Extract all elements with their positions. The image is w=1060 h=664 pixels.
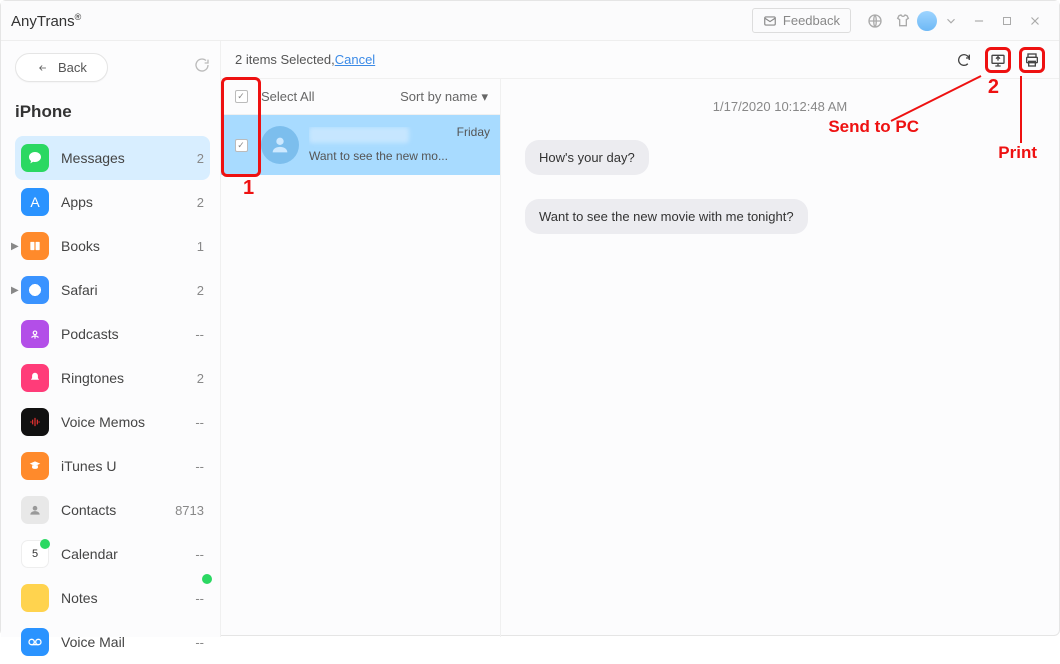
sidebar-item-count: -- (195, 547, 204, 562)
maximize-icon[interactable] (997, 11, 1017, 31)
contacts-icon (21, 496, 49, 524)
message-bubble: Want to see the new movie with me tonigh… (525, 199, 808, 234)
voicememos-icon (21, 408, 49, 436)
globe-icon[interactable] (865, 11, 885, 31)
sidebar-item-contacts[interactable]: Contacts 8713 (15, 488, 210, 532)
sidebar-item-count: 2 (197, 283, 204, 298)
sidebar-item-count: -- (195, 415, 204, 430)
tshirt-icon[interactable] (893, 11, 913, 31)
chevron-down-icon[interactable] (941, 11, 961, 31)
sidebar-item-count: 2 (197, 195, 204, 210)
sidebar-item-label: Safari (61, 282, 98, 298)
sidebar-item-voicemail[interactable]: Voice Mail -- (15, 620, 210, 664)
sidebar-item-label: Voice Memos (61, 414, 145, 430)
apps-icon: A (21, 188, 49, 216)
message-pane: 1/17/2020 10:12:48 AM How's your day? Wa… (501, 79, 1059, 637)
ringtones-icon (21, 364, 49, 392)
sidebar-item-podcasts[interactable]: Podcasts -- (15, 312, 210, 356)
sidebar-item-count: -- (195, 635, 204, 650)
sidebar-item-label: Messages (61, 150, 125, 166)
messages-icon (21, 144, 49, 172)
sidebar-item-apps[interactable]: A Apps 2 (15, 180, 210, 224)
safari-icon (21, 276, 49, 304)
sidebar-item-ringtones[interactable]: Ringtones 2 (15, 356, 210, 400)
conversation-time: Friday (457, 125, 490, 139)
select-all-label[interactable]: Select All (261, 89, 314, 104)
send-to-pc-button[interactable] (985, 47, 1011, 73)
podcasts-icon (21, 320, 49, 348)
print-button[interactable] (1019, 47, 1045, 73)
sidebar-item-label: Books (61, 238, 100, 254)
conversation-list: Select All Sort by name ▾ Want to (221, 79, 501, 637)
sidebar-item-label: iTunes U (61, 458, 117, 474)
feedback-button[interactable]: Feedback (752, 8, 851, 33)
voicemail-icon (21, 628, 49, 656)
sidebar-item-count: -- (195, 591, 204, 606)
contact-avatar (261, 126, 299, 164)
sidebar-item-itunesu[interactable]: iTunes U -- (15, 444, 210, 488)
books-icon (21, 232, 49, 260)
sidebar: Back iPhone Messages 2 A Apps 2 ▶ Books … (1, 41, 221, 637)
contact-name-blurred (309, 127, 409, 143)
sidebar-item-label: Calendar (61, 546, 118, 562)
sidebar-item-count: -- (195, 459, 204, 474)
cancel-link[interactable]: Cancel (335, 52, 375, 67)
sidebar-item-notes[interactable]: Notes -- (15, 576, 210, 620)
notes-icon (21, 584, 49, 612)
sidebar-item-count: -- (195, 327, 204, 342)
sidebar-item-count: 1 (197, 239, 204, 254)
sidebar-item-label: Apps (61, 194, 93, 210)
close-icon[interactable] (1025, 11, 1045, 31)
sidebar-item-count: 2 (197, 371, 204, 386)
back-label: Back (58, 60, 87, 75)
minimize-icon[interactable] (969, 11, 989, 31)
refresh-icon[interactable] (951, 47, 977, 73)
feedback-label: Feedback (783, 13, 840, 28)
sort-dropdown[interactable]: Sort by name ▾ (400, 89, 488, 105)
user-avatar[interactable] (917, 11, 937, 31)
sidebar-item-safari[interactable]: ▶ Safari 2 (15, 268, 210, 312)
toolbar: 2 items Selected, Cancel (221, 41, 1059, 79)
sidebar-item-count: 8713 (175, 503, 204, 518)
message-bubble: How's your day? (525, 140, 649, 175)
titlebar: AnyTrans® Feedback (1, 1, 1059, 41)
selection-status: 2 items Selected, (235, 52, 335, 67)
app-title: AnyTrans® (11, 12, 81, 30)
sidebar-item-label: Voice Mail (61, 634, 125, 650)
sidebar-item-voicememos[interactable]: Voice Memos -- (15, 400, 210, 444)
list-header: Select All Sort by name ▾ (221, 79, 500, 115)
back-button[interactable]: Back (15, 53, 108, 82)
conversation-preview: Want to see the new mo... (309, 149, 457, 163)
sort-label: Sort by name (400, 89, 477, 104)
sidebar-item-books[interactable]: ▶ Books 1 (15, 224, 210, 268)
sidebar-item-label: Podcasts (61, 326, 119, 342)
sidebar-item-messages[interactable]: Messages 2 (15, 136, 210, 180)
conversation-item[interactable]: Want to see the new mo... Friday (221, 115, 500, 175)
sidebar-item-count: 2 (197, 151, 204, 166)
sidebar-item-calendar[interactable]: 5 Calendar -- (15, 532, 210, 576)
message-timestamp: 1/17/2020 10:12:48 AM (525, 99, 1035, 114)
sidebar-item-label: Notes (61, 590, 98, 606)
device-name: iPhone (15, 102, 210, 122)
itunesu-icon (21, 452, 49, 480)
conversation-checkbox[interactable] (235, 139, 248, 152)
refresh-sidebar-icon[interactable] (194, 57, 210, 78)
sidebar-item-label: Ringtones (61, 370, 124, 386)
chevron-down-icon: ▾ (481, 89, 488, 105)
select-all-checkbox[interactable] (235, 90, 248, 103)
sidebar-item-label: Contacts (61, 502, 116, 518)
calendar-icon: 5 (21, 540, 49, 568)
